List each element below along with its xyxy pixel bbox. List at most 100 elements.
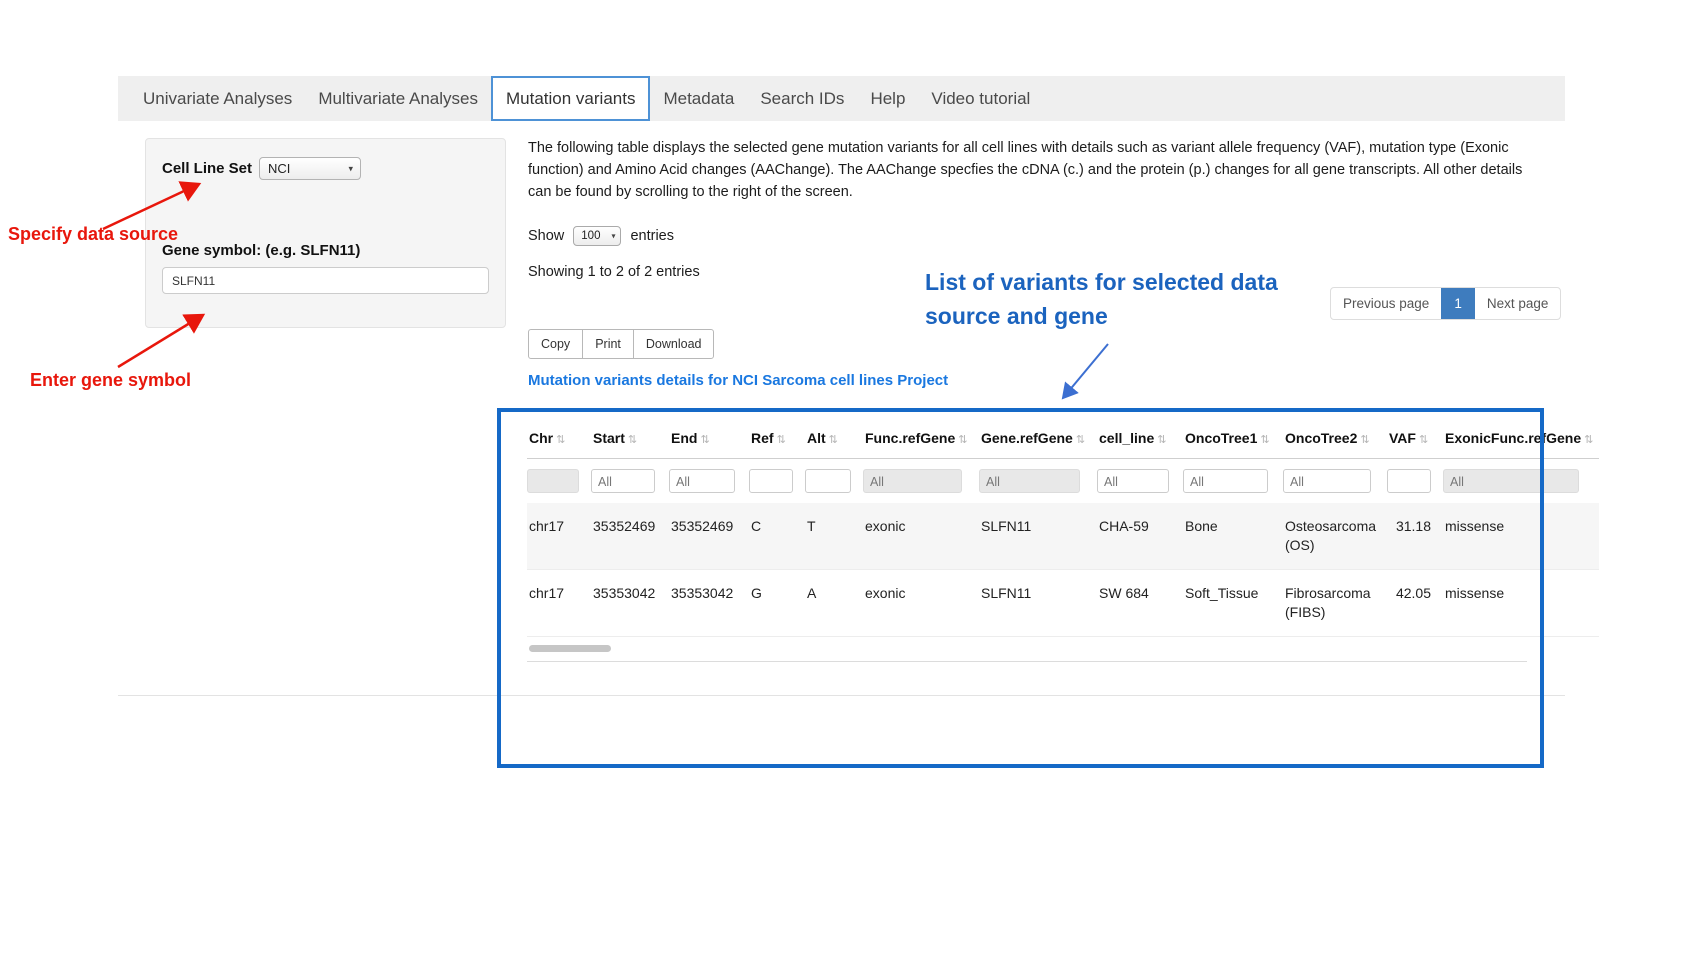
page-length-select[interactable]: 100 ▾ — [573, 226, 621, 246]
tab-search-ids[interactable]: Search IDs — [747, 76, 857, 121]
filter-oncotree2[interactable]: All — [1283, 469, 1371, 493]
chevron-down-icon: ▾ — [349, 163, 354, 174]
filter-cell-oncotree2: All — [1283, 459, 1387, 504]
showing-info: Showing 1 to 2 of 2 entries — [528, 264, 700, 280]
table-filter-row: All All All All All All All All — [527, 459, 1599, 504]
filter-cell-line[interactable]: All — [1097, 469, 1169, 493]
column-label: ExonicFunc.refGene — [1445, 430, 1581, 446]
controls-panel: Cell Line Set NCI ▾ Gene symbol: (e.g. S… — [145, 138, 506, 328]
column-header-start[interactable]: Start⇅ — [591, 420, 669, 459]
column-header-gene-refgene[interactable]: Gene.refGene⇅ — [979, 420, 1097, 459]
sort-icon: ⇅ — [1076, 434, 1085, 446]
gene-symbol-input[interactable] — [162, 267, 489, 294]
cell-oncotree1: Soft_Tissue — [1183, 570, 1283, 637]
sort-icon: ⇅ — [1260, 434, 1269, 446]
sort-icon: ⇅ — [700, 434, 709, 446]
sort-icon: ⇅ — [777, 434, 786, 446]
tab-help[interactable]: Help — [857, 76, 918, 121]
annotation-variants-list-line2: source and gene — [925, 299, 1278, 333]
sort-icon: ⇅ — [1360, 434, 1369, 446]
filter-cell-cell-line: All — [1097, 459, 1183, 504]
column-header-vaf[interactable]: VAF⇅ — [1387, 420, 1443, 459]
sort-icon: ⇅ — [829, 434, 838, 446]
tab-multivariate-analyses[interactable]: Multivariate Analyses — [305, 76, 491, 121]
cell-vaf: 42.05 — [1387, 570, 1443, 637]
filter-ref[interactable] — [749, 469, 793, 493]
column-header-oncotree1[interactable]: OncoTree1⇅ — [1183, 420, 1283, 459]
cell-line-set-select[interactable]: NCI ▾ — [259, 157, 361, 180]
sort-icon: ⇅ — [1419, 434, 1428, 446]
filter-start[interactable]: All — [591, 469, 655, 493]
cell-exonicfunc-refgene: missense — [1443, 570, 1599, 637]
cell-oncotree1: Bone — [1183, 503, 1283, 570]
column-header-func-refgene[interactable]: Func.refGene⇅ — [863, 420, 979, 459]
filter-cell-ref — [749, 459, 805, 504]
filter-cell-vaf — [1387, 459, 1443, 504]
cell-cell-line: SW 684 — [1097, 570, 1183, 637]
column-header-oncotree2[interactable]: OncoTree2⇅ — [1283, 420, 1387, 459]
cell-ref: C — [749, 503, 805, 570]
tab-mutation-variants[interactable]: Mutation variants — [491, 76, 650, 121]
filter-cell-start: All — [591, 459, 669, 504]
table-description: The following table displays the selecte… — [528, 137, 1528, 203]
column-header-chr[interactable]: Chr⇅ — [527, 420, 591, 459]
download-button[interactable]: Download — [633, 329, 715, 359]
variants-table: Chr⇅Start⇅End⇅Ref⇅Alt⇅Func.refGene⇅Gene.… — [527, 420, 1599, 637]
filter-oncotree1[interactable]: All — [1183, 469, 1268, 493]
tab-video-tutorial[interactable]: Video tutorial — [918, 76, 1043, 121]
column-label: Chr — [529, 430, 553, 446]
sort-icon: ⇅ — [958, 434, 967, 446]
column-header-alt[interactable]: Alt⇅ — [805, 420, 863, 459]
cell-end: 35352469 — [669, 503, 749, 570]
current-page-button[interactable]: 1 — [1441, 288, 1475, 319]
annotation-enter-gene-symbol: Enter gene symbol — [30, 370, 191, 391]
column-label: OncoTree1 — [1185, 430, 1257, 446]
column-header-cell-line[interactable]: cell_line⇅ — [1097, 420, 1183, 459]
filter-cell-gene-refgene: All — [979, 459, 1097, 504]
cell-line-set-row: Cell Line Set NCI ▾ — [162, 157, 489, 180]
print-button[interactable]: Print — [582, 329, 634, 359]
next-page-button[interactable]: Next page — [1475, 288, 1561, 319]
table-header-row: Chr⇅Start⇅End⇅Ref⇅Alt⇅Func.refGene⇅Gene.… — [527, 420, 1599, 459]
horizontal-scrollbar[interactable] — [527, 645, 1527, 653]
top-navbar: Univariate AnalysesMultivariate Analyses… — [118, 76, 1565, 121]
sort-icon: ⇅ — [628, 434, 637, 446]
cell-vaf: 31.18 — [1387, 503, 1443, 570]
filter-gene-refgene[interactable]: All — [979, 469, 1080, 493]
copy-button[interactable]: Copy — [528, 329, 583, 359]
column-label: Ref — [751, 430, 774, 446]
cell-start: 35352469 — [591, 503, 669, 570]
column-label: VAF — [1389, 430, 1416, 446]
tab-univariate-analyses[interactable]: Univariate Analyses — [130, 76, 305, 121]
scrollbar-thumb[interactable] — [529, 645, 611, 652]
column-label: OncoTree2 — [1285, 430, 1357, 446]
gene-symbol-label: Gene symbol: (e.g. SLFN11) — [162, 242, 489, 259]
cell-exonicfunc-refgene: missense — [1443, 503, 1599, 570]
filter-cell-exonicfunc-refgene: All — [1443, 459, 1599, 504]
chevron-down-icon: ▾ — [611, 232, 615, 241]
column-label: Gene.refGene — [981, 430, 1073, 446]
column-header-exonicfunc-refgene[interactable]: ExonicFunc.refGene⇅ — [1443, 420, 1599, 459]
table-row[interactable]: chr173535304235353042GAexonicSLFN11SW 68… — [527, 570, 1599, 637]
column-header-end[interactable]: End⇅ — [669, 420, 749, 459]
cell-chr: chr17 — [527, 503, 591, 570]
mutation-variants-page: Univariate AnalysesMultivariate Analyses… — [0, 0, 1700, 956]
column-label: cell_line — [1099, 430, 1154, 446]
cell-end: 35353042 — [669, 570, 749, 637]
previous-page-button[interactable]: Previous page — [1331, 288, 1441, 319]
filter-chr[interactable] — [527, 469, 579, 493]
cell-alt: A — [805, 570, 863, 637]
filter-alt[interactable] — [805, 469, 851, 493]
column-label: Start — [593, 430, 625, 446]
tab-metadata[interactable]: Metadata — [650, 76, 747, 121]
filter-cell-oncotree1: All — [1183, 459, 1283, 504]
page-divider — [118, 695, 1565, 696]
column-header-ref[interactable]: Ref⇅ — [749, 420, 805, 459]
filter-exonicfunc-refgene[interactable]: All — [1443, 469, 1579, 493]
filter-func-refgene[interactable]: All — [863, 469, 962, 493]
filter-end[interactable]: All — [669, 469, 735, 493]
filter-vaf[interactable] — [1387, 469, 1431, 493]
annotation-variants-list: List of variants for selected data sourc… — [925, 265, 1278, 333]
table-row[interactable]: chr173535246935352469CTexonicSLFN11CHA-5… — [527, 503, 1599, 570]
cell-cell-line: CHA-59 — [1097, 503, 1183, 570]
